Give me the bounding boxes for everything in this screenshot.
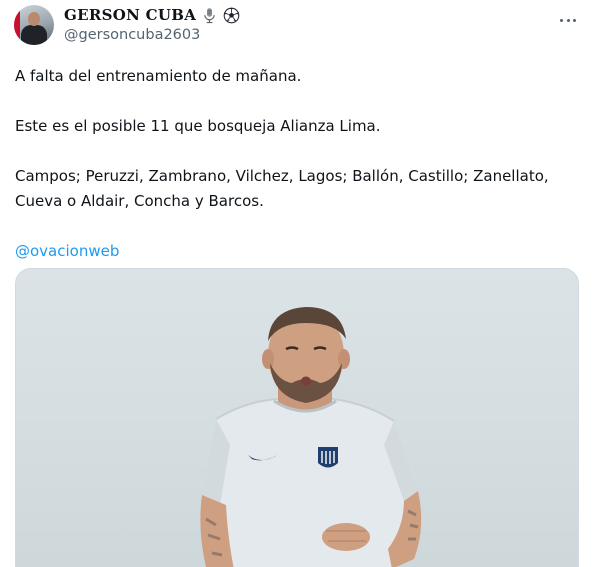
tweet-media-image[interactable] [15,268,579,567]
tweet-text: A falta del entrenamiento de mañana. Est… [15,64,593,264]
tweet-paragraph: Este es el posible 11 que bosqueja Alian… [15,117,381,135]
dot-icon [560,18,563,22]
dot-icon [573,18,576,22]
author-handle[interactable]: @gersoncuba2603 [64,27,583,43]
tweet-header: GERSON CUBA @gersoncuba2603 [64,5,583,45]
tweet: GERSON CUBA @gersoncuba2603 A falta del [0,0,603,567]
tweet-paragraph: Campos; Peruzzi, Zambrano, Vilchez, Lago… [15,167,549,210]
display-name[interactable]: GERSON CUBA [64,6,196,24]
more-options-button[interactable] [557,13,579,27]
tweet-paragraph: A falta del entrenamiento de mañana. [15,67,302,85]
mention-link[interactable]: @ovacionweb [15,242,119,260]
author-avatar[interactable] [14,5,54,45]
soccer-ball-icon [223,7,240,23]
club-crest-icon [318,447,338,468]
player-photo [200,307,422,567]
microphone-icon [204,7,215,23]
name-row: GERSON CUBA [64,5,583,25]
dot-icon [566,18,570,22]
